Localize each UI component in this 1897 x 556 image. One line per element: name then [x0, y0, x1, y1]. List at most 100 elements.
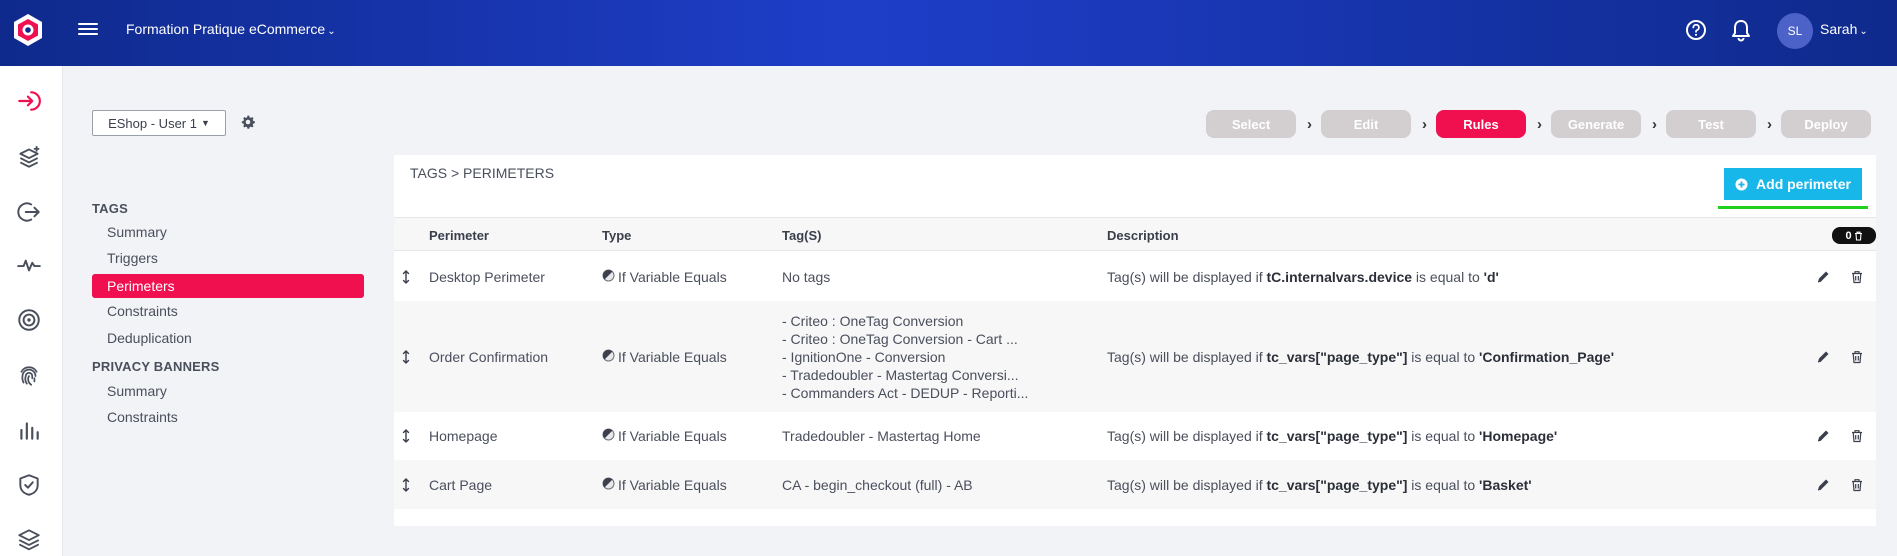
type-label: If Variable Equals [618, 268, 727, 285]
site-name: Formation Pratique eCommerce [126, 21, 326, 37]
drag-handle-icon[interactable] [402, 269, 412, 289]
pencil-icon[interactable] [1816, 478, 1830, 492]
description-prefix: Tag(s) will be displayed if [1107, 268, 1263, 285]
icon-rail [0, 66, 63, 556]
perimeter-description: Tag(s) will be displayed if tC.internalv… [1107, 269, 1499, 285]
tags-list: - Criteo : OneTag Conversion - Criteo : O… [782, 312, 1032, 402]
tags-list: Tradedoubler - Mastertag Home [782, 427, 1032, 445]
table-row[interactable]: Order Confirmation If Variable Equals - Cr… [394, 301, 1876, 412]
drag-handle-icon[interactable] [402, 349, 412, 369]
site-selector[interactable]: Formation Pratique eCommerce ⌄ [126, 21, 336, 37]
type-label: If Variable Equals [618, 476, 727, 493]
pencil-icon[interactable] [1816, 270, 1830, 284]
environment-label: EShop - User 1 [108, 115, 197, 131]
step-deploy[interactable]: Deploy [1781, 110, 1871, 138]
perimeter-name[interactable]: Homepage [429, 428, 498, 444]
description-prefix: Tag(s) will be displayed if [1107, 348, 1263, 365]
tags-list: No tags [782, 268, 1032, 286]
variable-name: tc_vars["page_type"] [1266, 476, 1408, 493]
table-row[interactable]: Desktop Perimeter If Variable Equals No ta… [394, 252, 1876, 301]
step-generate[interactable]: Generate [1551, 110, 1641, 138]
pencil-icon[interactable] [1816, 350, 1830, 364]
target-icon[interactable] [16, 307, 42, 333]
perimeter-name[interactable]: Desktop Perimeter [429, 269, 545, 285]
nav-item-privacy-summary[interactable]: Summary [92, 379, 364, 403]
trash-icon[interactable] [1850, 350, 1864, 364]
column-description[interactable]: Description [1107, 228, 1179, 243]
plus-circle-icon [1735, 178, 1748, 190]
bar-chart-icon[interactable] [16, 417, 42, 443]
description-operator: is equal to [1411, 476, 1476, 493]
nav-item-deduplication[interactable]: Deduplication [92, 326, 364, 350]
step-test[interactable]: Test [1666, 110, 1756, 138]
type-label: If Variable Equals [618, 348, 727, 365]
column-tags[interactable]: Tag(S) [782, 228, 821, 243]
tag-item: Tradedoubler - Mastertag Home [782, 428, 981, 444]
chevron-right-icon: › [1652, 116, 1657, 133]
column-perimeter[interactable]: Perimeter [429, 228, 489, 243]
activity-icon[interactable] [16, 252, 42, 278]
step-select[interactable]: Select [1206, 110, 1296, 138]
nav-item-triggers[interactable]: Triggers [92, 246, 364, 270]
environment-select[interactable]: EShop - User 1 ▼ [92, 110, 226, 136]
description-operator: is equal to [1411, 428, 1476, 444]
step-rules[interactable]: Rules [1436, 110, 1526, 138]
app-logo-icon[interactable] [10, 12, 46, 48]
description-operator: is equal to [1411, 348, 1476, 365]
table-header: Perimeter Type Tag(S) Description 0 [394, 217, 1876, 251]
perimeter-name[interactable]: Order Confirmation [429, 349, 548, 365]
tag-item: No tags [782, 268, 831, 285]
trash-icon[interactable] [1850, 478, 1864, 492]
table-row[interactable]: Cart Page If Variable Equals CA - begin_ch… [394, 460, 1876, 509]
perimeter-description: Tag(s) will be displayed if tc_vars["pag… [1107, 428, 1557, 444]
variable-type-icon [602, 349, 615, 365]
chevron-right-icon: › [1537, 116, 1542, 133]
chevron-down-icon: ⌄ [1859, 26, 1868, 37]
perimeter-type: If Variable Equals [602, 428, 727, 444]
user-menu[interactable]: Sarah ⌄ [1820, 21, 1868, 37]
sign-out-icon[interactable] [16, 199, 42, 225]
chevron-down-icon: ⌄ [327, 26, 336, 37]
variable-value: 'd' [1483, 268, 1499, 285]
layers-add-icon[interactable] [16, 144, 42, 170]
help-icon[interactable] [1685, 19, 1707, 41]
tag-item: - Criteo : OneTag Conversion [782, 312, 964, 329]
table-row[interactable]: Homepage If Variable Equals Tradedoubler -… [394, 412, 1876, 460]
variable-type-icon [602, 477, 615, 493]
gear-icon[interactable] [240, 114, 256, 130]
drag-handle-icon[interactable] [402, 477, 412, 497]
shield-icon[interactable] [16, 472, 42, 498]
perimeters-panel: TAGS > PERIMETERS Add perimeter Perimete… [394, 155, 1876, 526]
nav-item-privacy-constraints[interactable]: Constraints [92, 405, 364, 429]
bell-icon[interactable] [1730, 18, 1752, 42]
trash-icon [1854, 231, 1862, 241]
nav-heading-privacy-banners: PRIVACY BANNERS [92, 359, 220, 374]
nav-heading-tags: TAGS [92, 201, 128, 216]
top-bar: Formation Pratique eCommerce ⌄ SL Sarah ⌄ [0, 0, 1897, 66]
tag-item: - Criteo : OneTag Conversion - Cart ... [782, 330, 1018, 347]
stack-icon[interactable] [16, 526, 42, 552]
tag-item: CA - begin_checkout (full) - AB [782, 476, 973, 493]
perimeter-type: If Variable Equals [602, 349, 727, 365]
drag-handle-icon[interactable] [402, 429, 412, 448]
perimeter-description: Tag(s) will be displayed if tc_vars["pag… [1107, 477, 1532, 493]
count-badge[interactable]: 0 [1832, 227, 1876, 244]
nav-item-summary[interactable]: Summary [92, 220, 364, 244]
tag-item: - IgnitionOne - Conversion [782, 348, 946, 365]
column-type[interactable]: Type [602, 228, 631, 243]
variable-value: 'Basket' [1479, 476, 1532, 493]
variable-name: tC.internalvars.device [1266, 268, 1413, 285]
add-perimeter-button[interactable]: Add perimeter [1724, 168, 1862, 200]
trash-icon[interactable] [1850, 429, 1864, 443]
pencil-icon[interactable] [1816, 429, 1830, 443]
nav-item-perimeters[interactable]: Perimeters [92, 274, 364, 298]
sign-in-icon[interactable] [16, 88, 42, 114]
perimeter-name[interactable]: Cart Page [429, 477, 492, 493]
trash-icon[interactable] [1850, 270, 1864, 284]
avatar[interactable]: SL [1777, 13, 1813, 49]
variable-name: tc_vars["page_type"] [1266, 348, 1408, 365]
menu-icon[interactable] [78, 20, 98, 40]
fingerprint-icon[interactable] [16, 362, 42, 388]
step-edit[interactable]: Edit [1321, 110, 1411, 138]
nav-item-constraints[interactable]: Constraints [92, 299, 364, 323]
